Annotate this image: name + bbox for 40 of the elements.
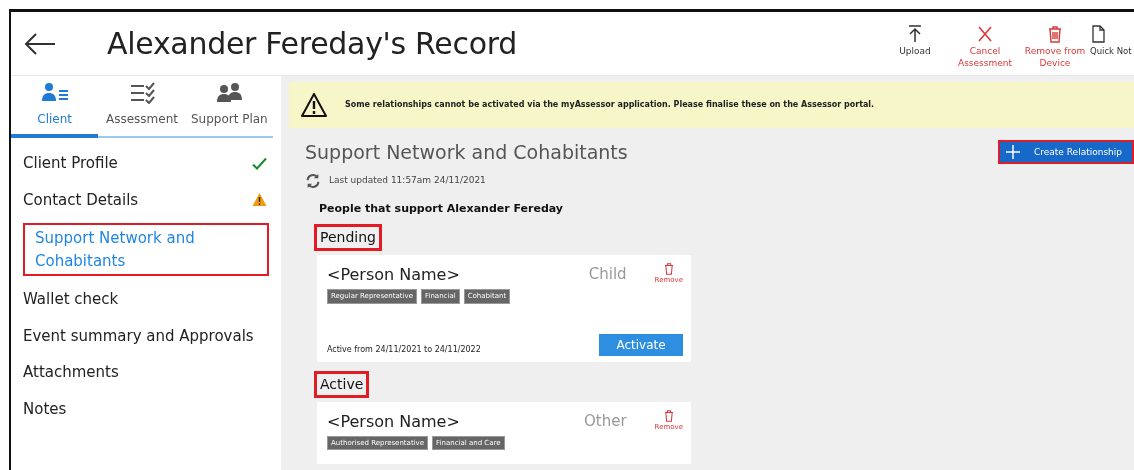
person-list-icon: [40, 82, 69, 104]
section-title: Support Network and Cohabitants: [305, 140, 628, 165]
subheading: People that support Alexander Fereday: [319, 200, 565, 217]
warning-icon: [301, 93, 327, 117]
section-heading: Active: [317, 373, 367, 395]
relationship-type: Other: [584, 410, 627, 432]
people-icon: [215, 82, 244, 104]
close-icon: [977, 24, 993, 43]
create-relationship-button[interactable]: Create Relationship: [998, 140, 1134, 165]
sidebar-item[interactable]: Wallet check: [23, 288, 267, 311]
cancel-button[interactable]: Cancel Assessment: [950, 24, 1020, 69]
tab[interactable]: Assessment: [98, 76, 186, 138]
warning-message: Some relationships cannot be activated via the myAssessor application. Please finalise these on the Assessor portal.: [345, 99, 875, 111]
document-icon: [1090, 24, 1106, 43]
sidebar-item[interactable]: Support Network and Cohabitants: [25, 225, 267, 274]
sidebar-item[interactable]: Event summary and Approvals: [23, 324, 267, 347]
checklist-icon: [128, 82, 156, 104]
trash-icon: [663, 263, 674, 275]
date-range: Active from 24/11/2021 to 24/11/2022: [327, 343, 481, 356]
person-name: <Person Name>: [327, 410, 460, 433]
refresh-icon[interactable]: [305, 172, 321, 189]
person-name: <Person Name>: [327, 264, 460, 286]
plus-icon: [1006, 145, 1020, 160]
sidebar-item[interactable]: Attachments: [23, 361, 267, 384]
page-title: Alexander Fereday's Record: [107, 25, 517, 63]
section-heading: Pending: [317, 227, 379, 248]
remove-button[interactable]: Remove from Device: [1020, 24, 1090, 69]
tab[interactable]: Support Plan: [185, 76, 273, 138]
back-icon[interactable]: [23, 31, 57, 56]
note-button[interactable]: Quick Not: [1090, 24, 1134, 57]
trash-icon: [663, 409, 674, 422]
sidebar-item[interactable]: Notes: [23, 397, 267, 420]
relationship-type: Child: [588, 264, 627, 285]
last-updated-text: Last updated 11:57am 24/11/2021: [329, 173, 486, 187]
upload-icon: [907, 24, 923, 43]
sidebar-item[interactable]: Client Profile: [23, 152, 267, 175]
sidebar-item[interactable]: Contact Details: [23, 188, 267, 211]
upload-button[interactable]: Upload: [880, 24, 950, 57]
trash-icon: [1047, 24, 1063, 43]
tab[interactable]: Client: [11, 76, 99, 138]
